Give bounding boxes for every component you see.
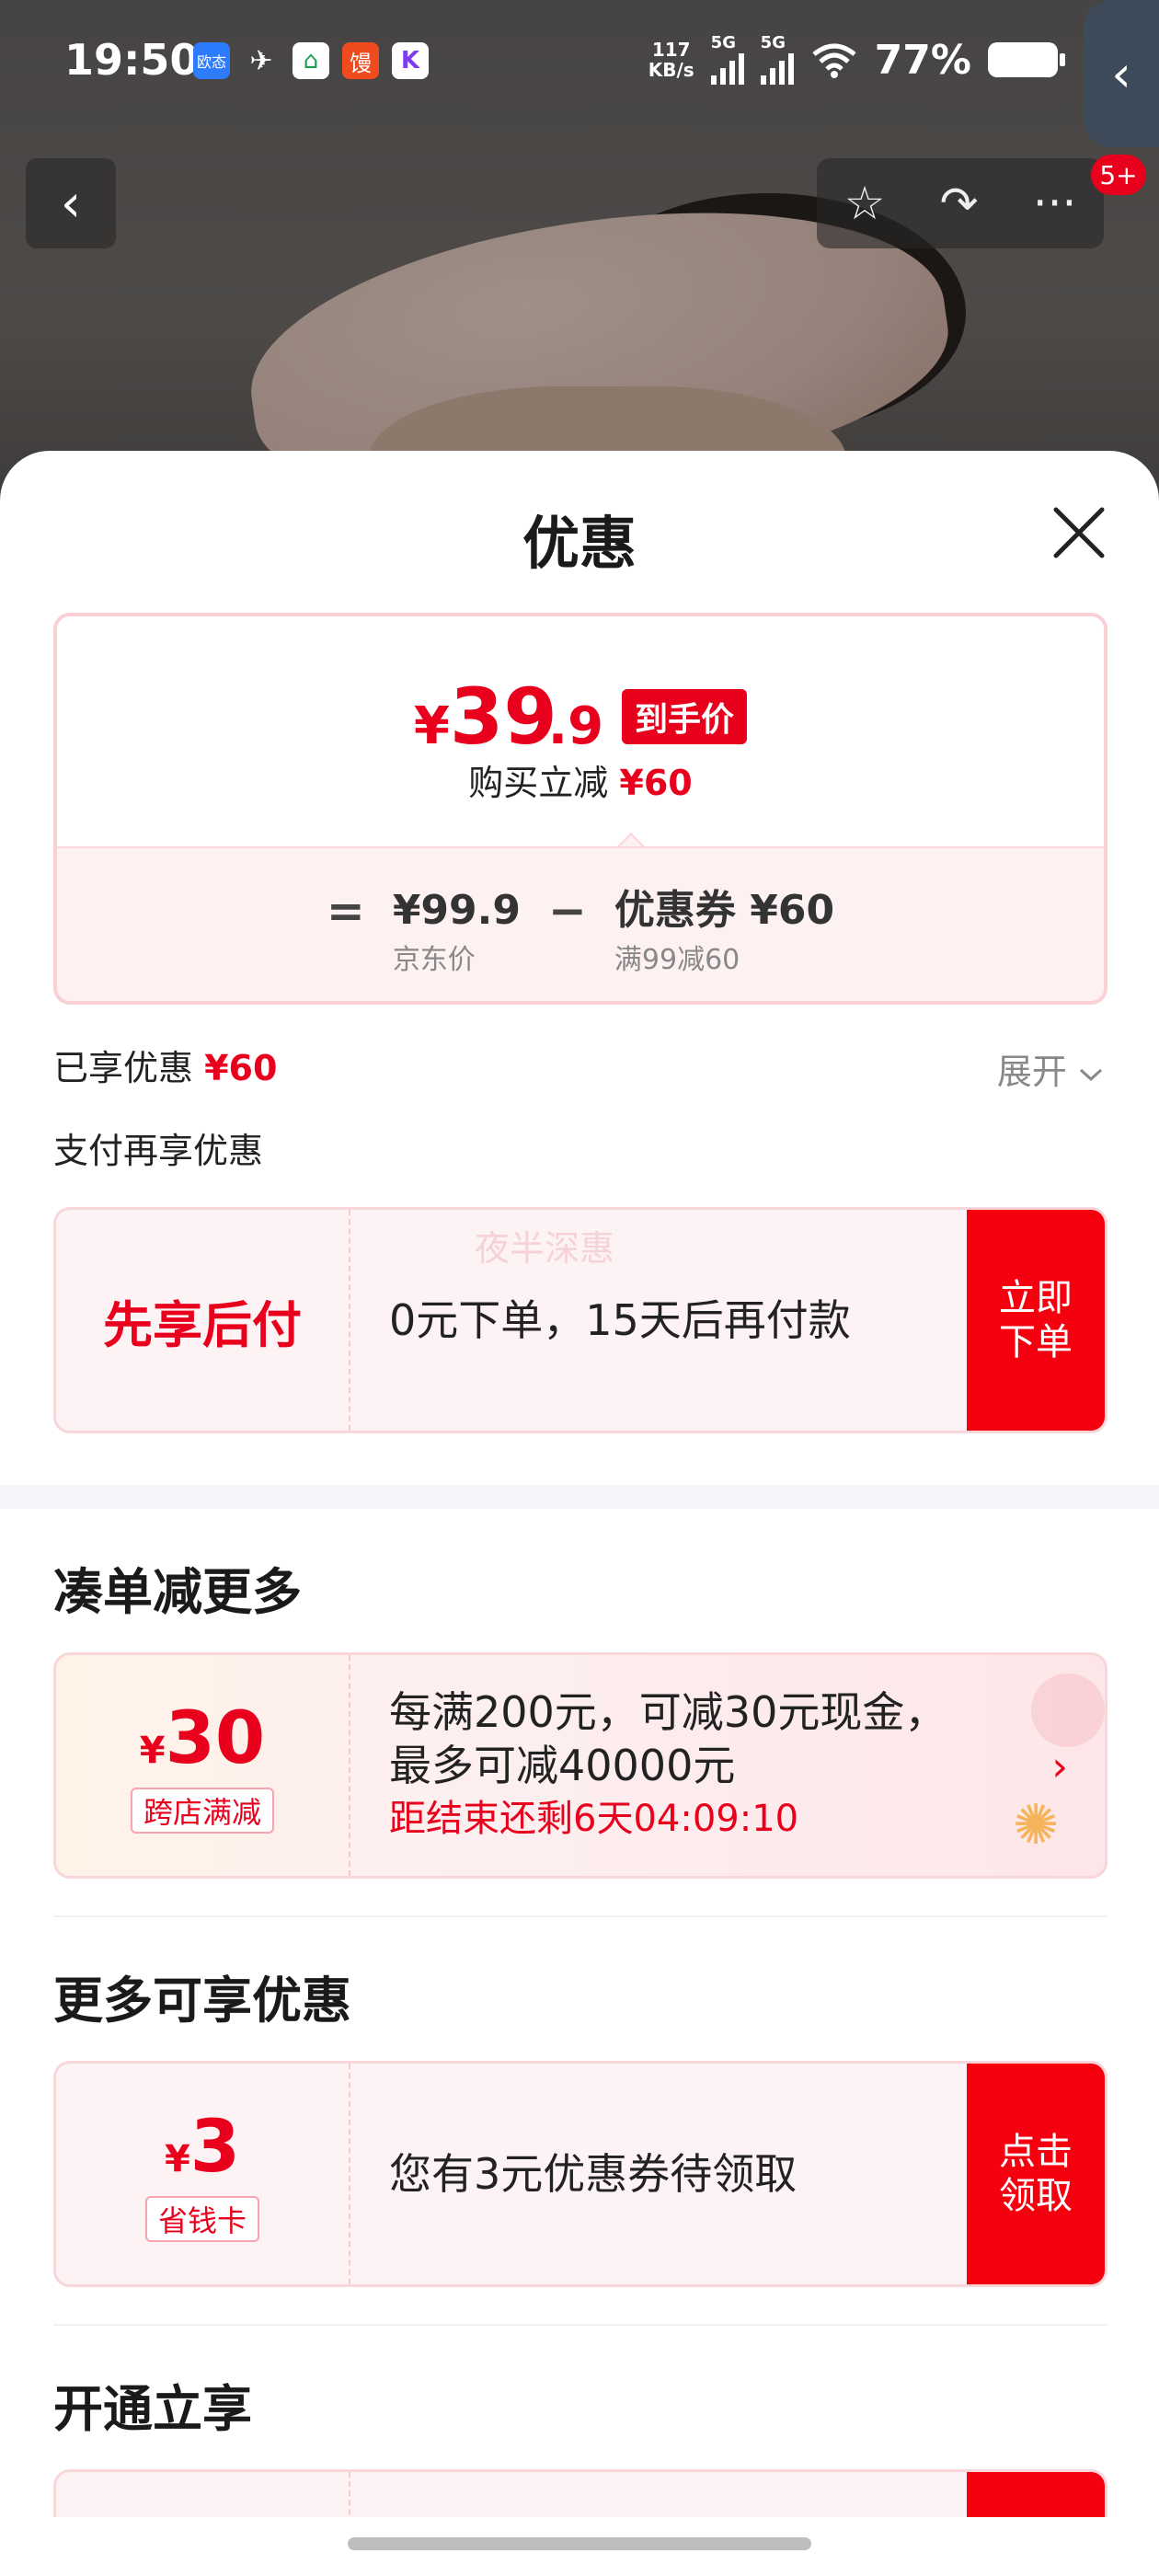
save-card-yen: ¥ <box>164 2138 190 2180</box>
save-card-amount-area: ¥3 省钱卡 <box>56 2064 350 2284</box>
price-calculation: = ¥99.9 京东价 − 优惠券 ¥60 满99减60 <box>57 885 1104 977</box>
app-icon-3: ⌂ <box>293 42 329 79</box>
decorative-firework-icon: ✺ <box>1013 1793 1060 1857</box>
enjoyed-discount-label: 已享优惠 <box>53 1048 194 1088</box>
expand-button[interactable]: 展开 <box>997 1043 1104 1094</box>
save-card-description: 您有3元优惠券待领取 <box>389 2149 798 2199</box>
order-now-line1: 立即 <box>999 1277 1073 1319</box>
save-card-value: 3 <box>189 2106 241 2189</box>
more-icon[interactable]: ··· <box>1033 177 1077 230</box>
app-icon-4: 馒 <box>342 42 379 79</box>
price-yen: ¥ <box>413 696 450 756</box>
signal-1-label: 5G <box>710 33 736 52</box>
cross-store-discount-card[interactable]: ✺ ¥30 跨店满减 每满200元，可减30元现金， 最多可减40000元 距结… <box>53 1652 1107 1879</box>
jd-price-label: 京东价 <box>392 944 476 976</box>
side-collapse-tab[interactable]: ‹ <box>1084 0 1159 147</box>
bundle-value: 30 <box>165 1697 266 1780</box>
section-title-more: 更多可享优惠 <box>53 1972 351 2030</box>
decorative-bubble <box>1031 1673 1105 1747</box>
enjoyed-discount: 已享优惠 ¥60 <box>53 1040 277 1090</box>
purchase-discount: 购买立减 ¥60 <box>57 754 1104 805</box>
claim-line2: 领取 <box>999 2175 1073 2217</box>
chevron-down-icon <box>1079 1068 1103 1082</box>
bundle-desc-area: 每满200元，可减30元现金， 最多可减40000元 距结束还剩6天04:09:… <box>389 1655 996 1876</box>
claim-line1: 点击 <box>999 2131 1073 2173</box>
back-button[interactable]: ‹ <box>26 158 116 248</box>
bnpl-description: 0元下单，15天后再付款 <box>389 1295 851 1345</box>
final-price: ¥39.9 到手价 <box>57 672 1104 762</box>
save-card-tag: 省钱卡 <box>144 2196 259 2242</box>
status-app-icons: 欧态 ✈ ⌂ 馒 K <box>193 42 429 79</box>
section-title-open: 开通立享 <box>53 2380 252 2438</box>
pay-discount-title: 支付再享优惠 <box>53 1131 264 1171</box>
signal-1: 5G <box>710 33 744 85</box>
bundle-line1: 每满200元，可减30元现金， <box>389 1687 947 1737</box>
claim-button[interactable]: 点击 领取 <box>967 2064 1105 2284</box>
battery-percent: 77% <box>874 36 971 84</box>
expand-label: 展开 <box>996 1052 1067 1092</box>
purchase-discount-value: ¥60 <box>619 763 693 803</box>
bundle-yen: ¥ <box>139 1730 166 1772</box>
price-breakdown: = ¥99.9 京东价 − 优惠券 ¥60 满99减60 <box>57 846 1104 1001</box>
bundle-tag: 跨店满减 <box>130 1788 274 1834</box>
coupon-value: 优惠券 ¥60 <box>614 887 835 934</box>
save-card-amount: ¥3 <box>165 2106 240 2189</box>
jd-price-value: ¥99.9 <box>392 887 521 934</box>
save-card-coupon[interactable]: ¥3 省钱卡 您有3元优惠券待领取 点击 领取 <box>53 2061 1107 2287</box>
signal-bars-icon <box>710 52 744 85</box>
app-icon-1: 欧态 <box>193 42 230 79</box>
app-icon-2: ✈ <box>249 44 273 77</box>
purchase-discount-label: 购买立减 <box>468 763 609 803</box>
bundle-amount-area: ¥30 跨店满减 <box>56 1655 350 1876</box>
chevron-right-icon: › <box>1051 1743 1068 1790</box>
network-speed-unit: KB/s <box>648 59 694 81</box>
signal-2-label: 5G <box>760 33 786 52</box>
app-icon-5: K <box>392 42 429 79</box>
status-indicators: 117 KB/s 5G 5G 77% <box>648 33 1065 85</box>
share-icon[interactable]: ↷ <box>940 177 979 230</box>
home-indicator[interactable] <box>348 2537 811 2550</box>
order-now-line2: 下单 <box>999 1321 1073 1363</box>
save-card-desc-area: 您有3元优惠券待领取 <box>389 2064 996 2284</box>
battery-icon <box>988 42 1065 77</box>
bnpl-label-area: 先享后付 <box>56 1210 350 1431</box>
signal-2: 5G <box>760 33 794 85</box>
coupon-rule: 满99减60 <box>614 944 740 976</box>
bundle-amount: ¥30 <box>140 1697 265 1780</box>
divider-line <box>53 1915 1107 1917</box>
jd-price-col: ¥99.9 京东价 <box>393 885 521 977</box>
divider-line <box>53 2324 1107 2326</box>
final-price-tag: 到手价 <box>622 689 748 744</box>
price-integer: 39 <box>449 672 557 762</box>
watermark-text: 夜半深惠 <box>475 1228 615 1269</box>
final-price-area: ¥39.9 到手价 购买立减 ¥60 <box>57 616 1104 846</box>
wifi-icon <box>812 43 856 78</box>
bundle-countdown: 距结束还剩6天04:09:10 <box>389 1798 799 1840</box>
section-divider <box>0 1485 1159 1509</box>
sheet-title: 优惠 <box>522 510 637 577</box>
status-bar: 19:50 欧态 ✈ ⌂ 馒 K 117 KB/s 5G 5G 77% <box>0 0 1159 120</box>
order-now-button[interactable]: 立即 下单 <box>967 1210 1105 1431</box>
nav-action-group: ☆ ↷ ··· <box>817 158 1104 248</box>
bnpl-label: 先享后付 <box>103 1295 302 1354</box>
close-icon[interactable] <box>1049 502 1109 563</box>
price-display: ¥39.9 <box>414 672 603 762</box>
coupon-col: 优惠券 ¥60 满99减60 <box>614 885 834 977</box>
price-decimal: .9 <box>547 696 604 756</box>
price-summary-card: ¥39.9 到手价 购买立减 ¥60 = ¥99.9 京东价 − 优惠券 ¥60… <box>53 613 1107 1005</box>
favorite-star-icon[interactable]: ☆ <box>844 177 886 230</box>
section-title-bundle: 凑单减更多 <box>53 1563 302 1621</box>
bundle-line2: 最多可减40000元 <box>389 1741 736 1790</box>
equals-sign: = <box>326 884 365 937</box>
signal-bars-icon <box>760 52 794 85</box>
enjoyed-discount-value: ¥60 <box>204 1048 278 1088</box>
network-speed: 117 KB/s <box>648 40 694 80</box>
minus-sign: − <box>548 884 587 937</box>
network-speed-value: 117 <box>651 39 691 61</box>
message-badge: 5+ <box>1091 155 1146 195</box>
status-time: 19:50 <box>64 35 200 85</box>
